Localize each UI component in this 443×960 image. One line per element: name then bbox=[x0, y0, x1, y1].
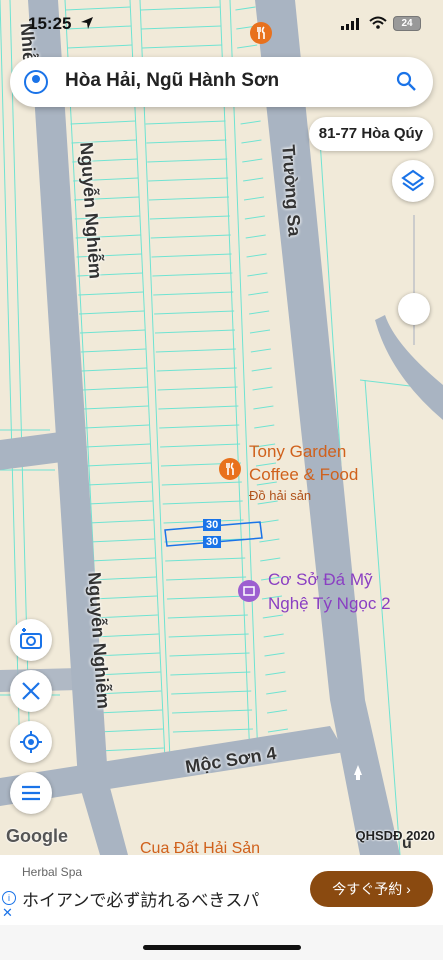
lot-label: 30 bbox=[203, 519, 222, 531]
ad-subtitle: Herbal Spa bbox=[22, 865, 83, 879]
menu-button[interactable] bbox=[10, 772, 52, 814]
layers-button[interactable] bbox=[392, 160, 434, 202]
wifi-icon bbox=[369, 16, 387, 29]
home-indicator bbox=[143, 945, 301, 950]
ad-cta-button[interactable]: 今すぐ予約 › bbox=[310, 871, 433, 907]
clock: 15:25 bbox=[28, 14, 72, 33]
ad-info-icon[interactable]: i bbox=[2, 891, 16, 905]
ruler-icon bbox=[22, 682, 40, 700]
crosshair-icon bbox=[20, 731, 42, 753]
lot-label: 30 bbox=[203, 536, 222, 548]
google-logo: Google bbox=[6, 826, 68, 846]
map-source-label: QHSDĐ 2020 bbox=[355, 828, 435, 843]
measure-button[interactable] bbox=[10, 670, 52, 712]
ad-cta-label: 今すぐ予約 bbox=[332, 881, 403, 897]
opacity-slider-track[interactable] bbox=[413, 215, 415, 345]
camera-button[interactable] bbox=[10, 619, 52, 661]
signal-icon bbox=[341, 18, 359, 30]
search-bar[interactable]: Hòa Hải, Ngũ Hành Sơn bbox=[10, 57, 433, 107]
my-location-button[interactable] bbox=[10, 721, 52, 763]
battery-indicator: 24 bbox=[393, 16, 421, 31]
restaurant-pin-icon[interactable] bbox=[219, 458, 241, 480]
search-icon[interactable] bbox=[395, 70, 417, 92]
account-icon[interactable] bbox=[24, 70, 48, 94]
ad-title[interactable]: ホイアンで必ず訪れるべきスパ bbox=[22, 886, 259, 911]
layers-icon bbox=[401, 169, 425, 192]
location-arrow-icon bbox=[81, 17, 93, 29]
poi-category: Đồ hải sản bbox=[249, 488, 312, 503]
poi-name-line2[interactable]: Coffee & Food bbox=[249, 465, 358, 485]
status-bar: 15:25 24 bbox=[0, 0, 443, 44]
address-pill[interactable]: 81-77 Hòa Qúy bbox=[308, 117, 433, 151]
menu-icon bbox=[22, 785, 40, 801]
poi-name[interactable]: Cua Đất Hải Sản bbox=[140, 840, 260, 855]
poi-name-line1[interactable]: Cơ Sở Đá Mỹ bbox=[268, 570, 372, 590]
shop-pin-icon[interactable] bbox=[238, 580, 260, 602]
poi-name-line2[interactable]: Nghệ Tý Ngọc 2 bbox=[268, 594, 391, 614]
opacity-slider-handle[interactable] bbox=[398, 293, 430, 325]
search-query[interactable]: Hòa Hải, Ngũ Hành Sơn bbox=[65, 70, 279, 92]
ad-close-icon[interactable]: ✕ bbox=[2, 905, 13, 921]
ad-banner[interactable]: Herbal Spa ホイアンで必ず訪れるべきスパ i ✕ 今すぐ予約 › bbox=[0, 855, 443, 925]
bottom-bar bbox=[0, 925, 443, 960]
camera-icon bbox=[20, 628, 42, 649]
poi-name-line1[interactable]: Tony Garden bbox=[249, 442, 346, 462]
